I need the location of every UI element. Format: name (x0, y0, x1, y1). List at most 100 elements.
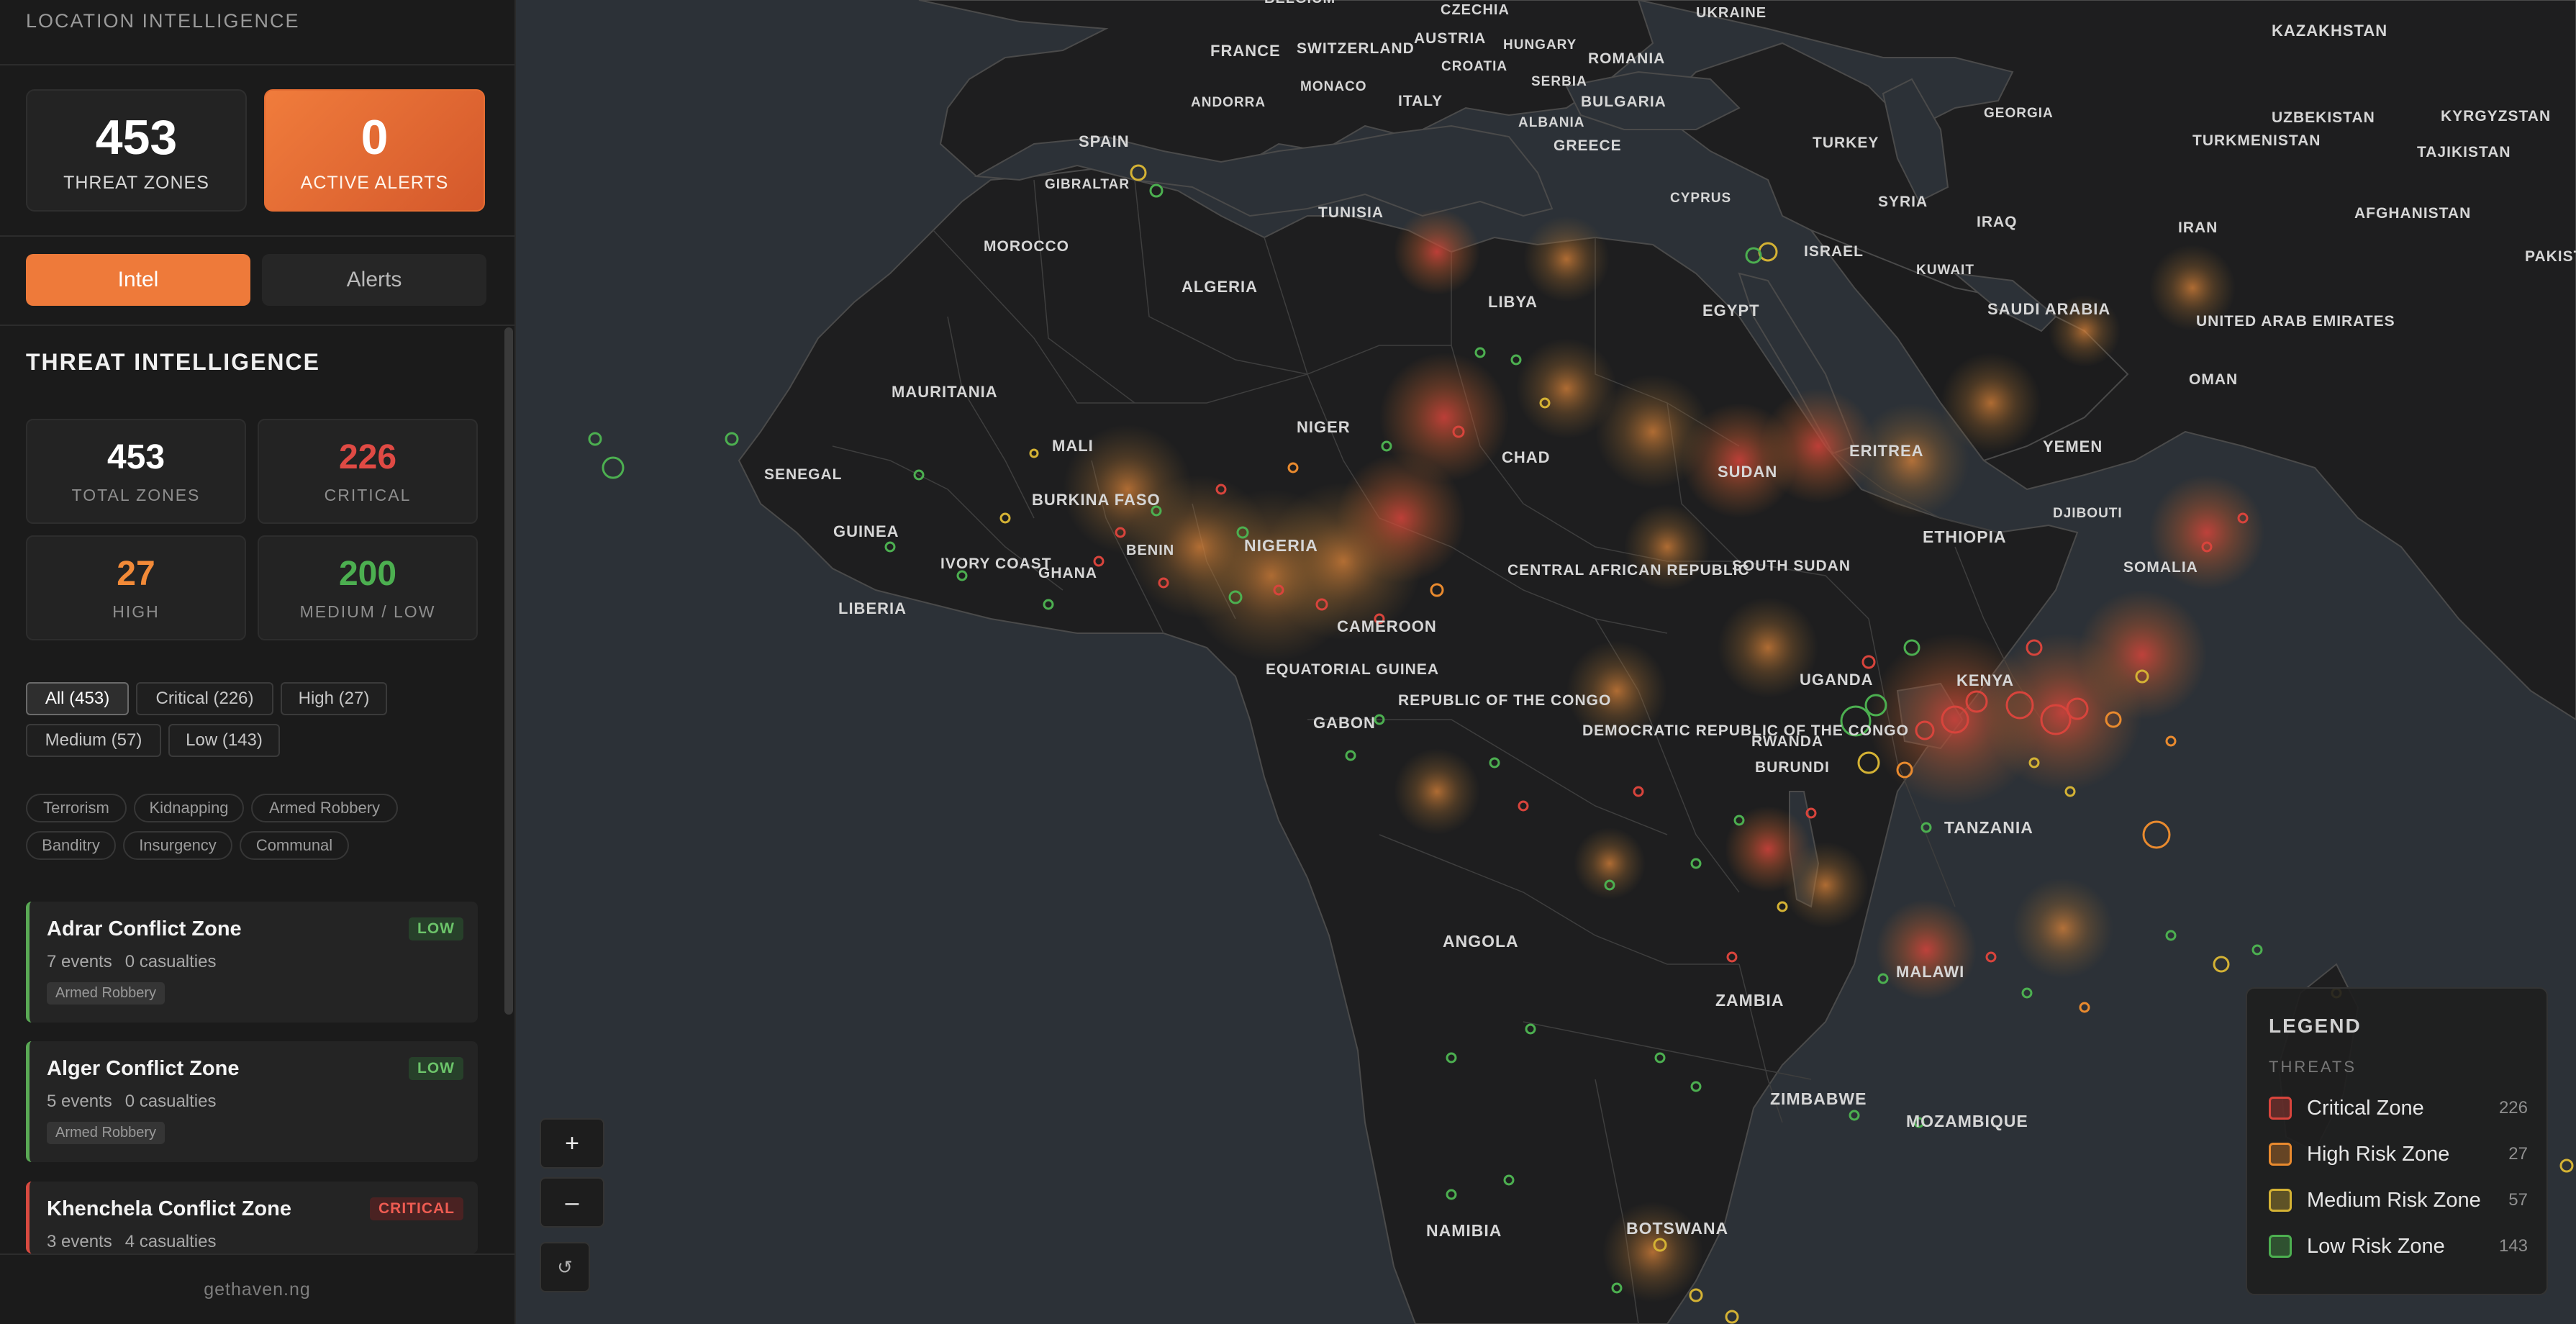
zoom-in-button[interactable]: + (540, 1118, 604, 1169)
heat-blob (1336, 453, 1466, 583)
filter-high[interactable]: High (27) (281, 682, 387, 715)
zone-casualties: 4 casualties (124, 1232, 217, 1251)
country-label: GIBRALTAR (1045, 177, 1130, 192)
stat-value: 200 (338, 555, 397, 593)
incident-marker (2165, 930, 2177, 941)
country-label: KUWAIT (1916, 263, 1974, 278)
incident-marker (602, 456, 625, 479)
incident-marker (1985, 951, 1997, 963)
stat-label: CRITICAL (324, 486, 412, 504)
zone-events: 5 events (47, 1092, 112, 1111)
country-label: EGYPT (1702, 301, 1760, 319)
filter-low[interactable]: Low (143) (168, 724, 280, 757)
country-label: ALGERIA (1182, 278, 1258, 296)
legend-item-low: Low Risk Zone 143 (2269, 1232, 2528, 1261)
country-label: BENIN (1126, 543, 1174, 558)
divider (0, 235, 514, 237)
heat-blob (1394, 209, 1480, 295)
legend-title: LEGEND (2269, 1015, 2362, 1037)
zone-tag: Armed Robbery (47, 982, 165, 1005)
tag-terrorism[interactable]: Terrorism (26, 794, 127, 822)
country-label: ETHIOPIA (1923, 527, 2007, 546)
filter-critical[interactable]: Critical (226) (136, 682, 273, 715)
incident-marker (1689, 1288, 1703, 1302)
stat-value: 226 (338, 438, 397, 476)
stat-total-zones: 453 TOTAL ZONES (26, 419, 246, 524)
tag-kidnapping[interactable]: Kidnapping (134, 794, 244, 822)
incident-marker (2142, 820, 2171, 849)
country-label: AFGHANISTAN (2354, 205, 2471, 222)
zone-casualties: 0 casualties (124, 952, 217, 971)
low-swatch (2269, 1235, 2292, 1258)
high-swatch (2269, 1143, 2292, 1166)
country-label: SWITZERLAND (1297, 40, 1415, 57)
tag-armed-robbery[interactable]: Armed Robbery (251, 794, 398, 822)
tab-intel[interactable]: Intel (26, 254, 250, 306)
footer-domain[interactable]: gethaven.ng (204, 1279, 311, 1300)
tag-communal[interactable]: Communal (240, 831, 349, 860)
incident-marker (2165, 735, 2177, 747)
country-label: GEORGIA (1984, 106, 2054, 121)
country-label: GHANA (1038, 565, 1097, 581)
country-label: HUNGARY (1503, 37, 1577, 53)
stat-label: HIGH (112, 602, 160, 621)
zone-name: Adrar Conflict Zone (47, 917, 242, 940)
legend-label: Medium Risk Zone (2307, 1189, 2481, 1212)
map-legend: LEGEND THREATS Critical Zone 226 High Ri… (2246, 987, 2548, 1295)
country-label: DEMOCRATIC REPUBLIC OF THE CONGO (1582, 722, 1909, 739)
country-label: YEMEN (2043, 437, 2103, 455)
top-stats: 453 THREAT ZONES 0 ACTIVE ALERTS (26, 89, 486, 213)
stat-label: TOTAL ZONES (71, 486, 201, 504)
country-label: RWANDA (1751, 733, 1823, 750)
legend-count: 57 (2508, 1190, 2528, 1210)
legend-subtitle: THREATS (2269, 1058, 2357, 1076)
zone-meta: 5 events 0 casualties (47, 1092, 216, 1112)
country-label: ROMANIA (1588, 50, 1665, 67)
country-label: IVORY COAST (940, 556, 1052, 572)
country-label: CENTRAL AFRICAN REPUBLIC (1507, 562, 1750, 579)
divider (0, 325, 514, 326)
tag-banditry[interactable]: Banditry (26, 831, 116, 860)
stat-critical: 226 CRITICAL (258, 419, 478, 524)
country-label: NIGER (1297, 418, 1351, 436)
filter-medium[interactable]: Medium (57) (26, 724, 161, 757)
country-label: ISRAEL (1804, 243, 1864, 260)
severity-badge: CRITICAL (370, 1197, 463, 1220)
sidebar-footer: gethaven.ng (0, 1253, 514, 1324)
zone-card[interactable]: Khenchela Conflict Zone CRITICAL 3 event… (26, 1182, 478, 1253)
tag-insurgency[interactable]: Insurgency (123, 831, 232, 860)
country-label: ZIMBABWE (1770, 1089, 1867, 1108)
country-label: UZBEKISTAN (2272, 109, 2375, 126)
country-label: ANDORRA (1191, 95, 1266, 110)
legend-count: 226 (2498, 1098, 2528, 1117)
filter-all[interactable]: All (453) (26, 682, 129, 715)
sidebar-scrollbar[interactable] (504, 327, 513, 1252)
zoom-out-button[interactable]: – (540, 1177, 604, 1228)
heat-blob (1725, 806, 1811, 892)
country-label: KENYA (1956, 671, 2014, 689)
severity-badge: LOW (409, 1057, 463, 1080)
country-label: CHAD (1502, 448, 1551, 466)
reset-view-button[interactable]: ↺ (540, 1242, 590, 1292)
country-label: MAURITANIA (892, 383, 998, 401)
active-alerts-label: ACTIVE ALERTS (300, 173, 449, 193)
country-label: IRAN (2178, 219, 2218, 236)
heat-blob (1876, 899, 1977, 1000)
zone-card[interactable]: Alger Conflict Zone LOW 5 events 0 casual… (26, 1041, 478, 1162)
country-label: BELGIUM (1264, 0, 1335, 6)
active-alerts-card[interactable]: 0 ACTIVE ALERTS (264, 89, 485, 212)
heat-blob (1602, 1202, 1703, 1302)
country-label: MALI (1052, 437, 1094, 455)
country-label: BURKINA FASO (1032, 491, 1161, 509)
country-label: BURUNDI (1755, 759, 1830, 776)
country-label: CZECHIA (1441, 2, 1510, 18)
incident-marker (1745, 247, 1762, 264)
threat-map[interactable]: BELGIUM CZECHIA UKRAINE KAZAKHSTAN FRANC… (516, 0, 2576, 1324)
tab-alerts[interactable]: Alerts (262, 254, 486, 306)
legend-label: Critical Zone (2307, 1097, 2424, 1120)
country-label: DJIBOUTI (2053, 506, 2123, 521)
zone-card[interactable]: Adrar Conflict Zone LOW 7 events 0 casual… (26, 902, 478, 1023)
country-label: MOROCCO (984, 238, 1069, 255)
country-label: MALAWI (1896, 963, 1964, 981)
scrollbar-thumb[interactable] (504, 327, 513, 1015)
